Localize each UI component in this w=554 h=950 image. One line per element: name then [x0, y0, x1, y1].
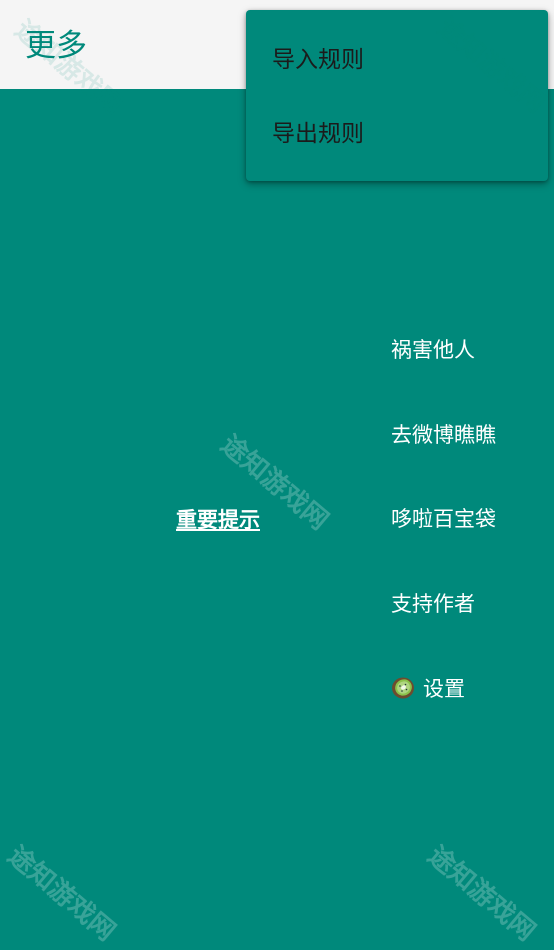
watermark: 途知游戏网 [421, 840, 541, 948]
menu-item-import-rules[interactable]: 导入规则 [272, 44, 364, 76]
overflow-popup-menu: 导入规则 导出规则 [246, 10, 548, 181]
watermark: 途知游戏网 [1, 840, 121, 948]
side-item-support-author[interactable]: 支持作者 [391, 590, 475, 618]
important-notice-link[interactable]: 重要提示 [176, 506, 260, 534]
kiwi-icon [391, 676, 415, 700]
side-item-settings[interactable]: 设置 [391, 675, 465, 703]
settings-label: 设置 [423, 677, 465, 701]
side-item-harm-others[interactable]: 祸害他人 [391, 336, 475, 364]
side-item-doraemon-pocket[interactable]: 哆啦百宝袋 [391, 505, 496, 533]
page-title: 更多 [25, 28, 87, 64]
menu-item-export-rules[interactable]: 导出规则 [272, 118, 364, 150]
side-item-visit-weibo[interactable]: 去微博瞧瞧 [391, 421, 496, 449]
